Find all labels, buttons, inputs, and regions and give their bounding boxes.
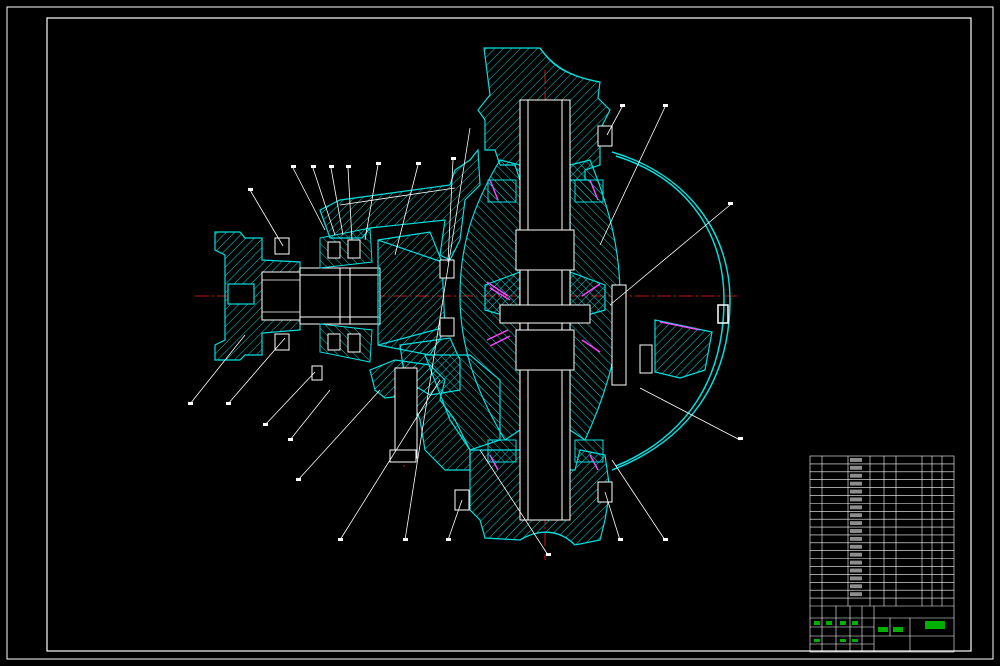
parts-list-name-cell [850,568,862,573]
carrier-cover [611,151,731,471]
parts-list-name-cell [850,481,862,486]
cad-drawing-canvas [6,6,994,660]
title-block [810,605,954,652]
parts-list-name-cell [850,584,862,589]
parts-list-name-cell [850,505,862,510]
parts-list-name-cell [850,473,862,478]
parts-list-name-cell [850,536,862,541]
parts-list-name-cell [850,489,862,494]
parts-list-name-cell [850,497,862,502]
parts-list-name-cell [850,521,862,526]
input-flange [214,231,308,361]
parts-list-name-cell [850,544,862,549]
drive-pinion-gear [377,231,446,356]
parts-list-name-cell [850,529,862,533]
pinion-shaft [299,267,381,325]
parts-list-name-cell [850,513,862,518]
parts-list-name-cell [850,465,862,470]
parts-list-name-cell [850,576,862,581]
parts-list-name-cell [850,458,862,462]
parts-list-name-cell [850,560,862,565]
parts-list-name-cell [850,592,862,597]
parts-list-name-cell [850,552,862,557]
